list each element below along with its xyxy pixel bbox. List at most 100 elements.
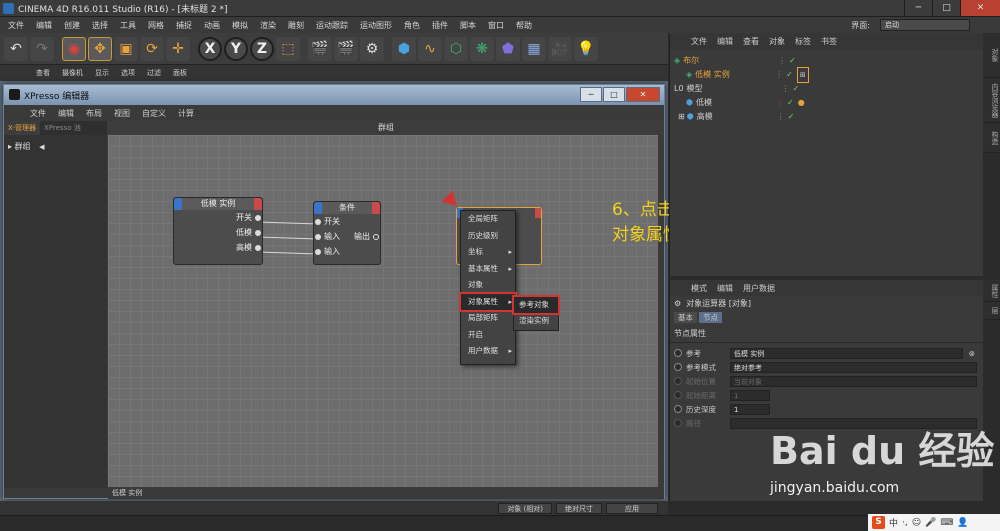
object-row-boole[interactable]: ◈ 布尔 ⋮ ✓ (670, 54, 983, 68)
keyframe-radio[interactable] (674, 405, 682, 413)
om-menu-view[interactable]: 查看 (738, 36, 764, 47)
reference-mode-select[interactable]: 绝对参考 (730, 361, 977, 373)
check-icon[interactable]: ✓ (788, 110, 795, 124)
visibility-dots[interactable]: ⋮ (778, 54, 786, 68)
port-context-menu: 全局矩阵 历史级别 坐标 基本属性 对象 对象属性 局部矩阵 开启 用户数据 (459, 210, 517, 365)
visibility-dots[interactable]: ⋮ (775, 68, 783, 82)
baidu-watermark-url: jingyan.baidu.com (770, 480, 900, 496)
port-low[interactable]: 低模 (174, 225, 262, 240)
ime-punct-icon[interactable]: ·, (902, 518, 908, 528)
keyframe-radio (674, 419, 682, 427)
port-cond-input-1[interactable]: 输入 输出 (314, 229, 380, 244)
submenu-reference-object[interactable]: 参考对象 (512, 295, 560, 315)
ime-lang[interactable]: 中 (889, 516, 898, 529)
keyframe-radio (674, 391, 682, 399)
object-row-low-instance[interactable]: ◈ 低模 实例 ⋮ ✓ ⊞ (670, 67, 983, 83)
history-depth-field[interactable]: 1 (730, 403, 770, 415)
visibility-dots[interactable]: ⋮ (776, 96, 784, 110)
side-tab-attributes[interactable]: 属性 (983, 280, 1000, 302)
ctx-basic-properties[interactable]: 基本属性 (461, 261, 515, 278)
side-tab-layers[interactable]: 层 (983, 302, 1000, 320)
node-low-instance-title: 低模 实例 (174, 198, 262, 210)
attr-menu-userdata[interactable]: 用户数据 (738, 283, 780, 294)
boole-icon: ◈ (674, 56, 681, 65)
om-menu-object[interactable]: 对象 (764, 36, 790, 47)
keyframe-radio[interactable] (674, 363, 682, 371)
port-switch[interactable]: 开关 (174, 210, 262, 225)
keyframe-radio (674, 377, 682, 385)
visibility-dots[interactable]: ⋮ (782, 82, 790, 96)
node-condition-title: 条件 (314, 202, 380, 214)
ime-user-icon[interactable]: 👤 (957, 518, 968, 528)
attr-row-history-depth: 历史深度 1 (670, 402, 983, 416)
close-button[interactable]: ✕ (960, 0, 1000, 16)
ctx-object[interactable]: 对象 (461, 277, 515, 294)
object-manager: 文件 编辑 查看 对象 标签 书签 ◈ 布尔 ⋮ ✓ ◈ 低模 实例 ⋮ ✓ ⊞… (669, 33, 983, 276)
wire-low (257, 236, 319, 240)
check-icon[interactable]: ✓ (787, 96, 794, 110)
node-low-instance[interactable]: 低模 实例 开关 低模 高模 (173, 197, 263, 265)
minimize-button[interactable]: ─ (904, 0, 932, 16)
size-mode-select[interactable]: 绝对尺寸 (556, 502, 602, 514)
port-cond-switch[interactable]: 开关 (314, 214, 380, 229)
material-tag-icon[interactable]: ● (798, 96, 805, 110)
attr-tab-node[interactable]: 节点 (699, 312, 722, 323)
picker-icon[interactable]: ⊗ (969, 349, 975, 358)
mesh-icon: ⬢ (686, 112, 694, 121)
ctx-enable[interactable]: 开启 (461, 327, 515, 344)
attr-header: 对象运算器 [对象] (686, 298, 751, 308)
keyframe-radio[interactable] (674, 349, 682, 357)
expand-icon[interactable]: ⊞ (678, 110, 685, 124)
attr-row-reference: 参考 低模 实例 ⊗ (670, 346, 983, 360)
visibility-dots[interactable]: ⋮ (777, 110, 785, 124)
mesh-icon: ⬢ (686, 98, 693, 107)
reference-field[interactable]: 低模 实例 (730, 347, 963, 359)
object-row-low[interactable]: ⬢ 低模 ⋮ ✓ ● (670, 96, 983, 110)
om-menu-tags[interactable]: 标签 (790, 36, 816, 47)
wire-switch (257, 221, 319, 225)
ctx-local-matrix[interactable]: 局部矩阵 (461, 310, 515, 327)
node-condition[interactable]: 条件 开关 输入 输出 输入 (313, 201, 381, 265)
ctx-history-level[interactable]: 历史级别 (461, 228, 515, 245)
om-menu-file[interactable]: 文件 (686, 36, 712, 47)
coordinate-bar: 对象 (相对) 绝对尺寸 应用 (0, 501, 668, 515)
om-menu-edit[interactable]: 编辑 (712, 36, 738, 47)
port-cond-input-2[interactable]: 输入 (314, 244, 380, 259)
sogou-icon[interactable]: S (872, 516, 885, 529)
ctx-user-data[interactable]: 用户数据 (461, 343, 515, 360)
xpresso-tag-icon[interactable]: ⊞ (796, 67, 809, 83)
ime-toolbar: S 中 ·, ☺ 🎤 ⌨ 👤 (868, 514, 1000, 531)
start-distance-field: 1 (730, 389, 770, 401)
maximize-button[interactable]: □ (932, 0, 960, 16)
attr-row-start-distance: 起始距离 1 (670, 388, 983, 402)
check-icon[interactable]: ✓ (793, 82, 800, 96)
ime-keyboard-icon[interactable]: ⌨ (940, 518, 953, 528)
attr-menu-edit[interactable]: 编辑 (712, 283, 738, 294)
ctx-object-properties[interactable]: 对象属性 (459, 291, 517, 312)
side-tab-objects[interactable]: 对象 (983, 33, 1000, 78)
attr-row-reference-mode: 参考模式 绝对参考 (670, 360, 983, 374)
apply-button[interactable]: 应用 (606, 502, 658, 514)
attr-tab-basic[interactable]: 基本 (674, 312, 697, 323)
object-row-model[interactable]: L0 模型 ⋮ ✓ (670, 82, 983, 96)
side-tab-content-browser[interactable]: 内容浏览器 (983, 78, 1000, 123)
ime-mic-icon[interactable]: 🎤 (925, 518, 936, 528)
wire-high (257, 251, 319, 255)
coord-mode-select[interactable]: 对象 (相对) (498, 502, 552, 514)
ctx-global-matrix[interactable]: 全局矩阵 (461, 211, 515, 228)
port-high[interactable]: 高模 (174, 240, 262, 255)
interface-select[interactable]: 启动 (880, 19, 970, 31)
om-menu-bookmarks[interactable]: 书签 (816, 36, 842, 47)
object-row-high[interactable]: ⊞ ⬢ 高模 ⋮ ✓ (670, 110, 983, 124)
ime-emoji-icon[interactable]: ☺ (912, 518, 921, 528)
start-position-select: 当前对象 (730, 375, 977, 387)
submenu-render-instance[interactable]: 渲染实例 (514, 313, 558, 329)
instance-icon: ◈ (686, 70, 693, 79)
check-icon[interactable]: ✓ (786, 68, 793, 82)
check-icon[interactable]: ✓ (789, 54, 796, 68)
attr-menu-mode[interactable]: 模式 (686, 283, 712, 294)
ctx-coordinates[interactable]: 坐标 (461, 244, 515, 261)
object-properties-submenu: 参考对象 渲染实例 (512, 295, 560, 331)
gear-icon: ⚙ (674, 298, 682, 308)
side-tab-structure[interactable]: 构造 (983, 123, 1000, 153)
